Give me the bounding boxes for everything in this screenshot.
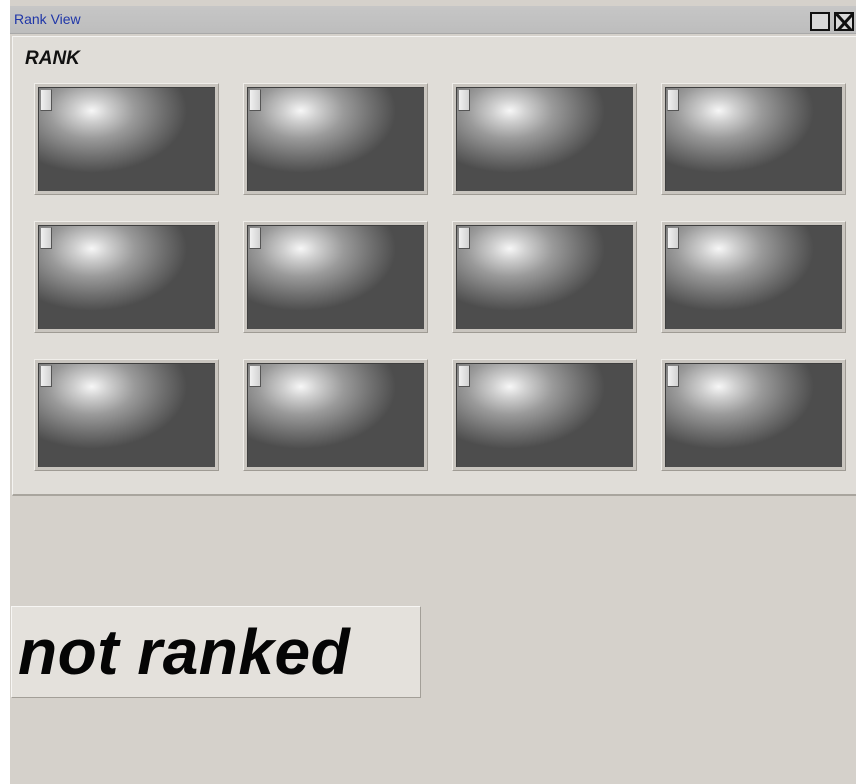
- tile-screen: [247, 363, 424, 467]
- tile-screen: [665, 87, 842, 191]
- tile-screen: [456, 363, 633, 467]
- close-icon[interactable]: [834, 12, 854, 31]
- rank-tile[interactable]: [661, 359, 846, 471]
- title-bar[interactable]: Rank View: [10, 6, 856, 34]
- tile-screen: [38, 87, 215, 191]
- rank-tile[interactable]: [452, 83, 637, 195]
- rank-tile[interactable]: [452, 221, 637, 333]
- tile-screen: [38, 225, 215, 329]
- tile-handle[interactable]: [249, 89, 261, 111]
- tile-handle[interactable]: [458, 365, 470, 387]
- tile-handle[interactable]: [40, 227, 52, 249]
- tile-handle[interactable]: [667, 227, 679, 249]
- rank-panel: RANK: [12, 36, 856, 496]
- rank-view-window: Rank View RANK not ranked: [10, 0, 856, 784]
- window-title: Rank View: [14, 11, 81, 27]
- rank-tile[interactable]: [34, 359, 219, 471]
- rank-tile[interactable]: [661, 83, 846, 195]
- tile-handle[interactable]: [249, 365, 261, 387]
- rank-tile[interactable]: [243, 359, 428, 471]
- tile-handle[interactable]: [458, 89, 470, 111]
- tile-handle[interactable]: [40, 365, 52, 387]
- rank-tile[interactable]: [34, 221, 219, 333]
- tile-screen: [247, 225, 424, 329]
- rank-tile[interactable]: [243, 83, 428, 195]
- tile-screen: [38, 363, 215, 467]
- tile-handle[interactable]: [667, 365, 679, 387]
- tile-screen: [456, 87, 633, 191]
- tile-screen: [456, 225, 633, 329]
- rank-status-text: not ranked: [18, 616, 351, 688]
- rank-tile[interactable]: [452, 359, 637, 471]
- rank-tile[interactable]: [34, 83, 219, 195]
- rank-status-box: not ranked: [11, 606, 421, 698]
- tile-screen: [247, 87, 424, 191]
- rank-tile[interactable]: [661, 221, 846, 333]
- tile-handle[interactable]: [667, 89, 679, 111]
- tile-handle[interactable]: [249, 227, 261, 249]
- rank-label: RANK: [25, 48, 80, 69]
- maximize-icon[interactable]: [810, 12, 830, 31]
- tile-handle[interactable]: [458, 227, 470, 249]
- tile-handle[interactable]: [40, 89, 52, 111]
- rank-tile[interactable]: [243, 221, 428, 333]
- tile-screen: [665, 225, 842, 329]
- tile-screen: [665, 363, 842, 467]
